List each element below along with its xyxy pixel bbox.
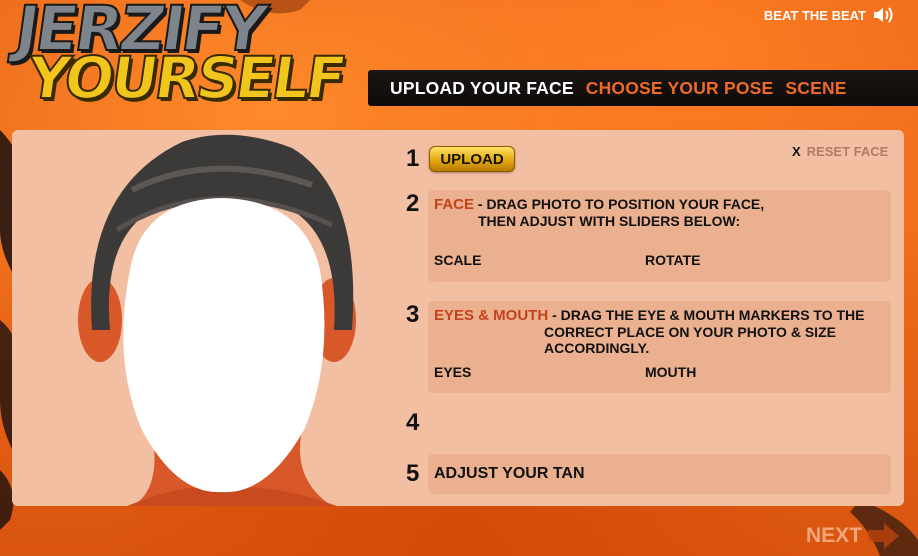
step-1-number: 1: [406, 145, 420, 172]
face-instructions: FACE - DRAG PHOTO TO POSITION YOUR FACE,…: [434, 196, 764, 229]
tab-choose-your-pose[interactable]: CHOOSE YOUR POSE: [586, 78, 774, 99]
mouth-label: MOUTH: [645, 364, 697, 380]
reset-close-icon: X: [792, 144, 801, 159]
face-desc-line1: - DRAG PHOTO TO POSITION YOUR FACE,: [477, 196, 765, 212]
tan-adjust-box: ADJUST YOUR TAN: [428, 454, 891, 494]
upload-button[interactable]: UPLOAD: [429, 146, 515, 172]
speaker-icon[interactable]: [872, 6, 894, 24]
eyes-mouth-box: EYES & MOUTH - DRAG THE EYE & MOUTH MARK…: [428, 301, 891, 393]
eyes-label: EYES: [434, 364, 472, 380]
step-nav-bar: UPLOAD YOUR FACE CHOOSE YOUR POSE SCENE: [368, 70, 918, 106]
face-adjust-box: FACE - DRAG PHOTO TO POSITION YOUR FACE,…: [428, 190, 891, 282]
beat-the-beat-label: BEAT THE BEAT: [763, 7, 866, 23]
reset-face-button[interactable]: X RESET FACE: [792, 144, 888, 159]
eyes-mouth-desc-line2: CORRECT PLACE ON YOUR PHOTO & SIZE ACCOR…: [544, 324, 836, 356]
eyes-mouth-desc-line1: - DRAG THE EYE & MOUTH MARKERS TO THE: [552, 307, 865, 323]
eyes-mouth-title: EYES & MOUTH: [434, 307, 549, 324]
step-5-number: 5: [406, 460, 420, 487]
next-label: NEXT: [806, 524, 863, 547]
tab-upload-your-face[interactable]: UPLOAD YOUR FACE: [390, 78, 574, 99]
logo-line2: YOURSELF: [22, 43, 349, 113]
face-template-image[interactable]: [72, 130, 372, 506]
next-button[interactable]: NEXT: [806, 522, 900, 550]
upload-face-panel: 1 UPLOAD X RESET FACE 2 FACE - DRAG PHOTO…: [12, 130, 904, 506]
step-4-number: 4: [406, 409, 420, 436]
reset-face-label: RESET FACE: [806, 144, 889, 159]
step-3-number: 3: [406, 301, 420, 328]
adjust-tan-label: ADJUST YOUR TAN: [434, 465, 585, 482]
face-title: FACE: [434, 196, 475, 213]
tab-scene[interactable]: SCENE: [785, 78, 846, 99]
eyes-mouth-instructions: EYES & MOUTH - DRAG THE EYE & MOUTH MARK…: [434, 307, 891, 356]
arrow-right-icon: [868, 523, 900, 549]
rotate-label: ROTATE: [645, 252, 701, 268]
face-desc-line2: THEN ADJUST WITH SLIDERS BELOW:: [478, 213, 741, 229]
scale-label: SCALE: [434, 252, 482, 268]
step-2-number: 2: [406, 190, 420, 217]
jerzify-yourself-logo: JERZIFY YOURSELF: [8, 0, 349, 118]
beat-the-beat-toggle[interactable]: BEAT THE BEAT: [764, 6, 894, 24]
